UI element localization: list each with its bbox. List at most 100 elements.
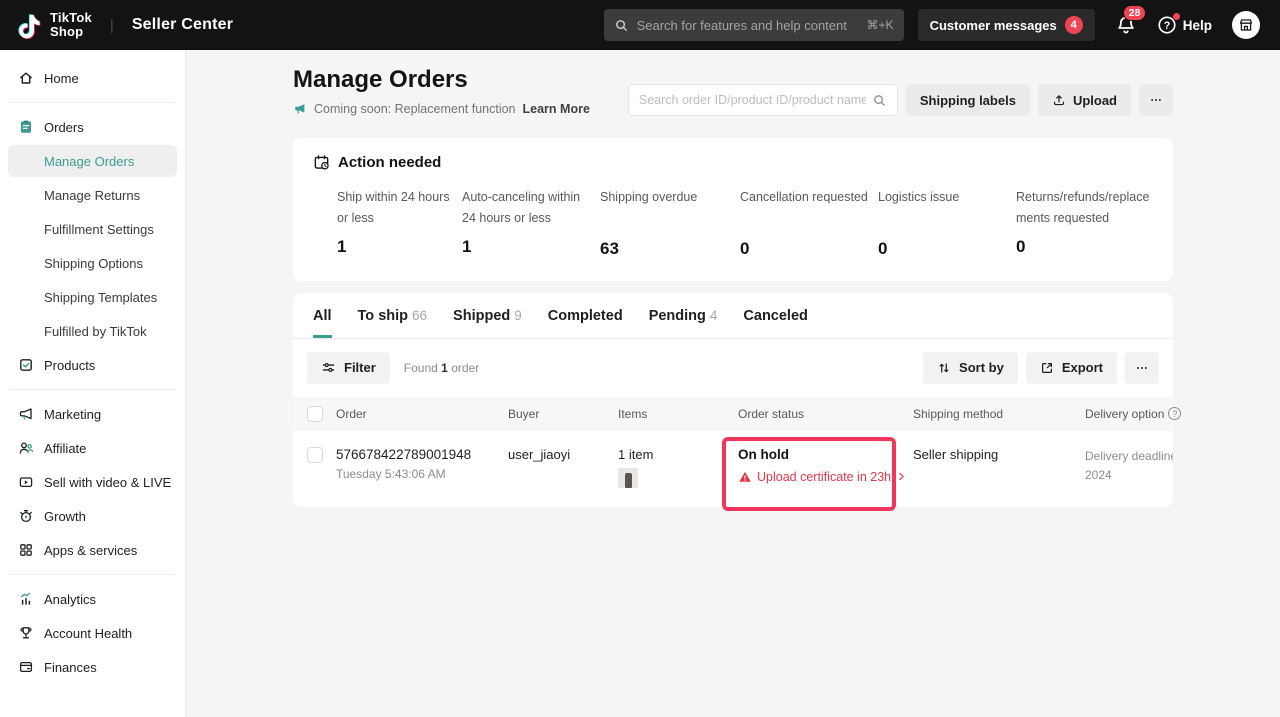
stat-cancellation-requested[interactable]: Cancellation requested 0 (740, 187, 878, 259)
tab-all[interactable]: All (313, 293, 332, 338)
more-actions-button[interactable] (1139, 84, 1173, 116)
account-health-icon (18, 625, 34, 641)
order-status: On hold (738, 447, 913, 462)
select-all-checkbox[interactable] (307, 406, 323, 422)
sidebar-item-orders[interactable]: Orders (8, 111, 177, 143)
sidebar-item-sell-with-video-live[interactable]: Sell with video & LIVE (8, 466, 177, 498)
order-status-cell: On hold Upload certificate in 23h (738, 447, 913, 484)
filter-label: Filter (344, 360, 376, 375)
upload-certificate-link[interactable]: Upload certificate in 23h (738, 470, 913, 484)
search-icon[interactable] (872, 93, 887, 108)
help-button[interactable]: ? Help (1157, 15, 1212, 35)
stat-value: 1 (462, 237, 600, 257)
stat-logistics-issue[interactable]: Logistics issue 0 (878, 187, 1016, 259)
more-table-actions-button[interactable] (1125, 352, 1159, 384)
tab-completed[interactable]: Completed (548, 293, 623, 338)
svg-text:?: ? (1163, 20, 1169, 32)
shop-avatar[interactable] (1232, 11, 1260, 39)
tab-count: 4 (710, 308, 718, 323)
tab-count: 66 (412, 308, 427, 323)
order-tabs: All To ship 66 Shipped 9 Completed Pendi (293, 293, 1173, 339)
tab-count: 9 (514, 308, 522, 323)
stat-auto-canceling[interactable]: Auto-canceling within 24 hours or less 1 (462, 187, 600, 259)
stat-shipping-overdue[interactable]: Shipping overdue 63 (600, 187, 740, 259)
customer-messages-button[interactable]: Customer messages 4 (918, 9, 1095, 41)
sidebar-item-shipping-templates[interactable]: Shipping Templates (8, 281, 177, 313)
help-alert-dot (1173, 13, 1180, 20)
logo-wordmark: TikTok Shop (50, 11, 92, 38)
order-id[interactable]: 576678422789001948 (336, 447, 471, 462)
order-search-input[interactable] (639, 93, 866, 107)
sidebar: Home Orders Manage Orders Manage Returns… (0, 50, 186, 717)
sidebar-item-fulfilled-by-tiktok[interactable]: Fulfilled by TikTok (8, 315, 177, 347)
sidebar-item-apps-services[interactable]: Apps & services (8, 534, 177, 566)
tiktok-shop-logo[interactable]: TikTok Shop (16, 10, 92, 40)
help-label: Help (1183, 18, 1212, 33)
home-icon (18, 70, 34, 86)
tab-shipped[interactable]: Shipped 9 (453, 293, 522, 338)
sidebar-item-label: Fulfillment Settings (44, 222, 154, 237)
growth-icon (18, 508, 34, 524)
sidebar-item-account-health[interactable]: Account Health (8, 617, 177, 649)
megaphone-icon (293, 102, 307, 116)
shipping-labels-button[interactable]: Shipping labels (906, 84, 1030, 116)
sidebar-item-label: Marketing (44, 407, 101, 422)
column-order: Order (336, 407, 367, 421)
tiktok-note-icon (16, 10, 42, 40)
sidebar-divider (10, 574, 175, 575)
page-title: Manage Orders (293, 66, 590, 94)
items-cell: 1 item (618, 447, 738, 488)
tab-pending[interactable]: Pending 4 (649, 293, 718, 338)
sidebar-item-finances[interactable]: Finances (8, 651, 177, 683)
sidebar-item-fulfillment-settings[interactable]: Fulfillment Settings (8, 213, 177, 245)
sidebar-item-analytics[interactable]: Analytics (8, 583, 177, 615)
stat-value: 1 (337, 237, 462, 257)
sidebar-item-label: Orders (44, 120, 84, 135)
sidebar-item-label: Analytics (44, 592, 96, 607)
product-thumbnail[interactable] (618, 468, 638, 488)
sidebar-item-label: Growth (44, 509, 86, 524)
tab-label: Completed (548, 308, 623, 324)
buyer-name[interactable]: user_jiaoyi (508, 447, 618, 462)
found-count-number: 1 (441, 361, 448, 375)
sort-by-button[interactable]: Sort by (923, 352, 1018, 384)
action-needed-stats: Ship within 24 hours or less 1 Auto-canc… (313, 187, 1153, 259)
chevron-right-icon (896, 471, 907, 482)
sidebar-item-marketing[interactable]: Marketing (8, 398, 177, 430)
products-icon (18, 357, 34, 373)
global-search-input[interactable]: Search for features and help content ⌘+K (604, 9, 904, 41)
sidebar-item-affiliate[interactable]: Affiliate (8, 432, 177, 464)
sidebar-item-products[interactable]: Products (8, 349, 177, 381)
learn-more-link[interactable]: Learn More (523, 102, 590, 116)
order-row[interactable]: 576678422789001948 Tuesday 5:43:06 AM us… (293, 431, 1173, 507)
sidebar-item-label: Home (44, 71, 79, 86)
sidebar-item-home[interactable]: Home (8, 62, 177, 94)
tab-canceled[interactable]: Canceled (743, 293, 807, 338)
stat-label: Ship within 24 hours or less (337, 187, 455, 228)
calendar-clock-icon (313, 154, 330, 171)
export-icon (1040, 361, 1054, 375)
tab-to-ship[interactable]: To ship 66 (358, 293, 428, 338)
column-order-status: Order status (738, 407, 913, 421)
more-icon (1135, 361, 1149, 375)
sidebar-item-label: Sell with video & LIVE (44, 475, 171, 490)
stat-ship-within-24h[interactable]: Ship within 24 hours or less 1 (337, 187, 462, 259)
sidebar-item-manage-returns[interactable]: Manage Returns (8, 179, 177, 211)
sidebar-item-label: Manage Returns (44, 188, 140, 203)
customer-messages-label: Customer messages (930, 18, 1057, 33)
stat-returns-requested[interactable]: Returns/refunds/replacements requested 0 (1016, 187, 1153, 259)
sidebar-item-label: Shipping Templates (44, 290, 157, 305)
filter-button[interactable]: Filter (307, 352, 390, 384)
sort-by-label: Sort by (959, 360, 1004, 375)
sidebar-item-growth[interactable]: Growth (8, 500, 177, 532)
sidebar-item-manage-orders[interactable]: Manage Orders (8, 145, 177, 177)
row-checkbox[interactable] (307, 447, 323, 463)
delivery-option-info-icon[interactable]: ? (1168, 407, 1181, 420)
app-title: Seller Center (132, 16, 233, 34)
sidebar-item-shipping-options[interactable]: Shipping Options (8, 247, 177, 279)
storefront-icon (1238, 17, 1254, 33)
notifications-button[interactable]: 28 (1115, 14, 1137, 36)
export-button[interactable]: Export (1026, 352, 1117, 384)
main-content: Manage Orders Coming soon: Replacement f… (186, 50, 1280, 717)
upload-button[interactable]: Upload (1038, 84, 1131, 116)
